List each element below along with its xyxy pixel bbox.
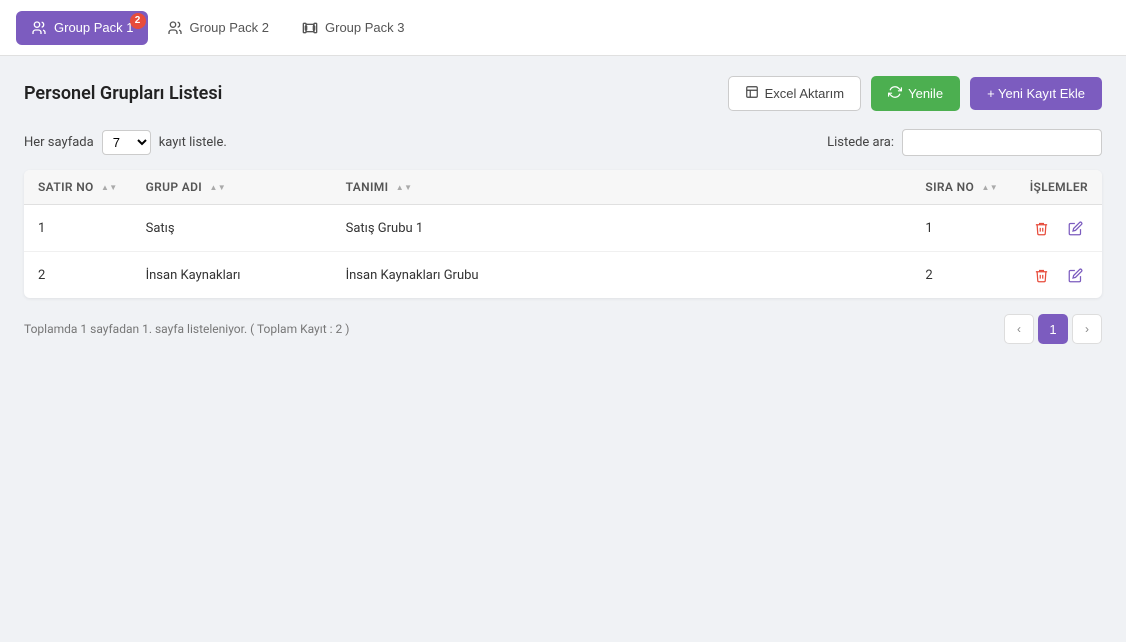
- search-control: Listede ara:: [827, 129, 1102, 156]
- cell-tanim-0: Satış Grubu 1: [332, 205, 912, 252]
- pagination-row: Toplamda 1 sayfadan 1. sayfa listeleniyo…: [24, 310, 1102, 348]
- cell-sira-0: 1: [911, 205, 1012, 252]
- sort-icon-grup[interactable]: ▲▼: [209, 184, 226, 192]
- refresh-button[interactable]: Yenile: [871, 76, 960, 111]
- pagination-info: Toplamda 1 sayfadan 1. sayfa listeleniyo…: [24, 322, 349, 336]
- cell-grup-1: İnsan Kaynakları: [132, 252, 332, 299]
- delete-button-1[interactable]: [1028, 262, 1054, 288]
- edit-button-1[interactable]: [1062, 262, 1088, 288]
- new-record-button[interactable]: + Yeni Kayıt Ekle: [970, 77, 1102, 110]
- refresh-button-label: Yenile: [908, 86, 943, 101]
- cell-satir-0: 1: [24, 205, 132, 252]
- refresh-icon: [888, 85, 902, 102]
- cell-islemler-0: [1012, 205, 1102, 252]
- cell-tanim-1: İnsan Kaynakları Grubu: [332, 252, 912, 299]
- pagination-controls: ‹ 1 ›: [1004, 314, 1102, 344]
- cell-islemler-1: [1012, 252, 1102, 299]
- tab-1-badge: 2: [130, 13, 146, 29]
- page-title: Personel Grupları Listesi: [24, 83, 222, 104]
- pagination-page-1[interactable]: 1: [1038, 314, 1068, 344]
- col-header-tanim: TANIMI ▲▼: [332, 170, 912, 205]
- delete-button-0[interactable]: [1028, 215, 1054, 241]
- table-row: 2 İnsan Kaynakları İnsan Kaynakları Grub…: [24, 252, 1102, 299]
- excel-icon: [745, 85, 759, 102]
- per-page-control: Her sayfada 7 10 25 50 kayıt listele.: [24, 130, 227, 155]
- users-icon-1: [30, 19, 48, 37]
- tab-1-label: Group Pack 1: [54, 20, 134, 35]
- cell-satir-1: 2: [24, 252, 132, 299]
- table-header-row: SATIR NO ▲▼ GRUP ADI ▲▼ TANIMI ▲▼ SIRA N…: [24, 170, 1102, 205]
- users-icon-2: [166, 19, 184, 37]
- new-record-label: + Yeni Kayıt Ekle: [987, 86, 1085, 101]
- tab-2-label: Group Pack 2: [190, 20, 270, 35]
- pagination-next[interactable]: ›: [1072, 314, 1102, 344]
- pagination-prev[interactable]: ‹: [1004, 314, 1034, 344]
- edit-button-0[interactable]: [1062, 215, 1088, 241]
- col-header-satir: SATIR NO ▲▼: [24, 170, 132, 205]
- cell-sira-1: 2: [911, 252, 1012, 299]
- dumbbell-icon: [301, 19, 319, 37]
- tab-group-pack-3[interactable]: Group Pack 3: [287, 11, 419, 45]
- tab-group-pack-1[interactable]: Group Pack 1 2: [16, 11, 148, 45]
- per-page-prefix: Her sayfada: [24, 135, 94, 150]
- table-row: 1 Satış Satış Grubu 1 1: [24, 205, 1102, 252]
- col-header-islemler: İŞLEMLER: [1012, 170, 1102, 205]
- sort-icon-sira[interactable]: ▲▼: [981, 184, 998, 192]
- tab-bar: Group Pack 1 2 Group Pack 2 Group Pack 3: [0, 0, 1126, 56]
- search-label: Listede ara:: [827, 135, 894, 150]
- page-header: Personel Grupları Listesi Excel Aktarım: [24, 76, 1102, 111]
- col-header-sira: SIRA NO ▲▼: [911, 170, 1012, 205]
- col-header-grup: GRUP ADI ▲▼: [132, 170, 332, 205]
- sort-icon-tanim[interactable]: ▲▼: [396, 184, 413, 192]
- header-actions: Excel Aktarım Yenile + Yeni Kayıt Ekle: [728, 76, 1102, 111]
- cell-grup-0: Satış: [132, 205, 332, 252]
- search-input[interactable]: [902, 129, 1102, 156]
- main-content: Personel Grupları Listesi Excel Aktarım: [0, 56, 1126, 368]
- controls-row: Her sayfada 7 10 25 50 kayıt listele. Li…: [24, 129, 1102, 156]
- tab-3-label: Group Pack 3: [325, 20, 405, 35]
- excel-export-button[interactable]: Excel Aktarım: [728, 76, 861, 111]
- tab-group-pack-2[interactable]: Group Pack 2: [152, 11, 284, 45]
- excel-button-label: Excel Aktarım: [765, 86, 844, 101]
- per-page-suffix: kayıt listele.: [159, 135, 227, 150]
- per-page-select[interactable]: 7 10 25 50: [102, 130, 151, 155]
- sort-icon-satir[interactable]: ▲▼: [101, 184, 118, 192]
- data-table: SATIR NO ▲▼ GRUP ADI ▲▼ TANIMI ▲▼ SIRA N…: [24, 170, 1102, 298]
